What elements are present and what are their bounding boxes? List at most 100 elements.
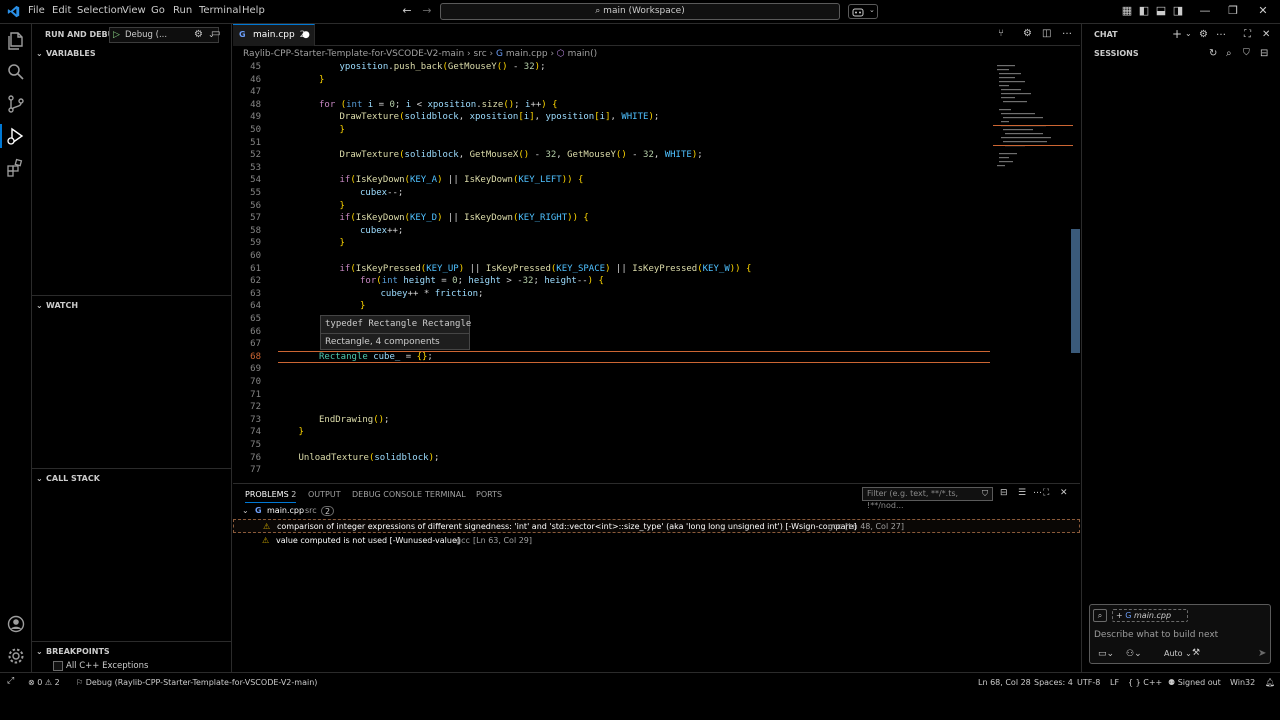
- problems-file-row[interactable]: ⌄ G main.cpp src 2: [233, 504, 1080, 518]
- code-line[interactable]: 57 if(IsKeyDown(KEY_D) || IsKeyDown(KEY_R…: [233, 212, 993, 225]
- breadcrumb-src[interactable]: src: [474, 49, 487, 59]
- code-line[interactable]: 63 cubey++ * friction;: [233, 288, 993, 301]
- code-line[interactable]: 50}: [233, 124, 993, 137]
- code-line[interactable]: 56}: [233, 200, 993, 213]
- search-view-icon[interactable]: [6, 62, 26, 82]
- configure-tools-icon[interactable]: ⚒: [1192, 648, 1200, 658]
- more-actions-icon[interactable]: …: [1216, 27, 1226, 38]
- model-picker[interactable]: Auto ⌄: [1164, 649, 1192, 658]
- code-line[interactable]: 77: [233, 464, 993, 477]
- section-call-stack[interactable]: ⌄ CALL STACK: [32, 468, 231, 488]
- code-line[interactable]: 49 DrawTexture(solidblock, xposition[i], …: [233, 111, 993, 124]
- more-actions-icon[interactable]: …: [1062, 26, 1072, 37]
- menu-go[interactable]: Go: [151, 5, 165, 16]
- close-window-icon[interactable]: ✕: [1256, 4, 1270, 18]
- code-line[interactable]: 72: [233, 401, 993, 414]
- problem-row[interactable]: ⚠ value computed is not used [-Wunused-v…: [233, 534, 1080, 548]
- context-file-chip[interactable]: + G main.cpp: [1112, 609, 1188, 622]
- code-line[interactable]: 60: [233, 250, 993, 263]
- chat-input-box[interactable]: ⌕ + G main.cpp Describe what to build ne…: [1089, 604, 1271, 664]
- tab-problems[interactable]: PROBLEMS 2: [245, 490, 297, 503]
- encoding[interactable]: UTF-8: [1077, 678, 1100, 687]
- code-line[interactable]: 70: [233, 376, 993, 389]
- more-actions-icon[interactable]: …: [1033, 486, 1042, 496]
- start-debugging-icon[interactable]: ▷: [113, 28, 120, 42]
- chat-mode-icon[interactable]: ▭⌄: [1098, 649, 1114, 659]
- extensions-icon[interactable]: [6, 158, 26, 178]
- collapse-all-icon[interactable]: ⊟: [1000, 488, 1008, 498]
- section-watch[interactable]: ⌄ WATCH: [32, 295, 231, 315]
- code-line[interactable]: 61 if(IsKeyPressed(KEY_UP) || IsKeyPresse…: [233, 263, 993, 276]
- code-line[interactable]: 55 cubex--;: [233, 187, 993, 200]
- cursor-position[interactable]: Ln 68, Col 28: [978, 678, 1031, 687]
- code-line[interactable]: 75: [233, 439, 993, 452]
- menu-file[interactable]: File: [28, 5, 45, 16]
- code-line[interactable]: 59}: [233, 237, 993, 250]
- breakpoint-checkbox[interactable]: [53, 661, 63, 671]
- code-line[interactable]: 74}: [233, 426, 993, 439]
- manage-gear-icon[interactable]: [6, 646, 26, 666]
- menu-terminal[interactable]: Terminal: [199, 5, 241, 16]
- code-line[interactable]: 48 for (int i = 0; i < xposition.size(); …: [233, 99, 993, 112]
- menu-edit[interactable]: Edit: [52, 5, 71, 16]
- layout-customize-icon[interactable]: ▦: [1120, 4, 1134, 18]
- code-line[interactable]: 51: [233, 137, 993, 150]
- editor-scrollbar-thumb[interactable]: [1071, 229, 1080, 353]
- language-mode[interactable]: { } C++: [1128, 678, 1162, 687]
- editor-settings-icon[interactable]: ⚙: [1023, 28, 1032, 39]
- toggle-primary-sidebar-icon[interactable]: ◧: [1137, 4, 1151, 18]
- close-chat-icon[interactable]: ✕: [1262, 29, 1270, 40]
- split-editor-icon[interactable]: ◫: [1042, 28, 1051, 39]
- menu-help[interactable]: Help: [242, 5, 265, 16]
- search-icon[interactable]: ⌕: [1226, 48, 1232, 59]
- filter-icon[interactable]: ⛉: [982, 488, 988, 500]
- chat-settings-gear-icon[interactable]: ⚙: [1199, 29, 1208, 40]
- run-debug-icon[interactable]: [6, 126, 26, 146]
- remote-indicator-icon[interactable]: ⤢: [7, 676, 14, 686]
- code-line[interactable]: 69: [233, 363, 993, 376]
- tools-icon[interactable]: ⚇⌄: [1126, 649, 1142, 659]
- explorer-icon[interactable]: [6, 31, 26, 51]
- code-line[interactable]: 73 EndDrawing();: [233, 414, 993, 427]
- debug-terminal-icon[interactable]: ▭: [211, 28, 220, 39]
- menu-run[interactable]: Run: [173, 5, 192, 16]
- unsaved-dot-icon[interactable]: ●: [302, 25, 310, 45]
- attach-context-icon[interactable]: ⌕: [1093, 609, 1107, 622]
- account-icon[interactable]: [6, 614, 26, 634]
- refresh-icon[interactable]: ↻: [1209, 48, 1217, 59]
- debug-status[interactable]: ⚐ Debug (Raylib-CPP-Starter-Template-for…: [76, 678, 317, 687]
- indentation[interactable]: Spaces: 4: [1034, 678, 1073, 687]
- section-variables[interactable]: ⌄ VARIABLES: [32, 44, 231, 64]
- breadcrumb-symbol[interactable]: main(): [568, 49, 598, 59]
- source-control-actions-icon[interactable]: ⑂: [998, 28, 1004, 39]
- section-breakpoints[interactable]: ⌄ BREAKPOINTS: [32, 641, 231, 661]
- maximize-chat-icon[interactable]: ⛶: [1244, 29, 1251, 40]
- code-line[interactable]: 53: [233, 162, 993, 175]
- send-icon[interactable]: ➤: [1258, 648, 1266, 659]
- chevron-down-icon[interactable]: ⌄: [1185, 29, 1192, 38]
- minimap[interactable]: [993, 61, 1073, 479]
- source-control-icon[interactable]: [6, 94, 26, 114]
- menu-selection[interactable]: Selection: [77, 5, 123, 16]
- menu-view[interactable]: View: [122, 5, 146, 16]
- notifications-bell-icon[interactable]: 🔔︎: [1265, 678, 1275, 687]
- new-chat-plus-icon[interactable]: +: [1172, 27, 1182, 41]
- view-as-tree-icon[interactable]: ☰: [1018, 488, 1026, 498]
- problems-filter-input[interactable]: Filter (e.g. text, **/*.ts, !**/nod... ⛉: [862, 487, 993, 510]
- maximize-panel-icon[interactable]: ⛶: [1043, 488, 1049, 498]
- problems-status[interactable]: ⊗ 0 ⚠ 2: [28, 678, 60, 687]
- toggle-panel-icon[interactable]: ⬓: [1154, 4, 1168, 18]
- problem-row[interactable]: ⚠ comparison of integer expressions of d…: [233, 519, 1080, 533]
- filter-icon[interactable]: ⛉: [1243, 48, 1250, 58]
- close-panel-icon[interactable]: ✕: [1060, 488, 1068, 498]
- tab-main-cpp[interactable]: G main.cpp 2 ●: [233, 24, 315, 46]
- code-line[interactable]: 58 cubex++;: [233, 225, 993, 238]
- code-editor[interactable]: 45 yposition.push_back(GetMouseY() - 32);…: [233, 61, 993, 479]
- code-line[interactable]: 45 yposition.push_back(GetMouseY() - 32);: [233, 61, 993, 74]
- code-line[interactable]: 76 UnloadTexture(solidblock);: [233, 452, 993, 465]
- debug-settings-gear-icon[interactable]: ⚙: [194, 29, 203, 40]
- breadcrumb-file[interactable]: main.cpp: [506, 49, 548, 59]
- tab-debug-console[interactable]: DEBUG CONSOLE: [352, 490, 422, 499]
- toggle-secondary-sidebar-icon[interactable]: ◨: [1171, 4, 1185, 18]
- code-line[interactable]: 62 for(int height = 0; height > -32; heig…: [233, 275, 993, 288]
